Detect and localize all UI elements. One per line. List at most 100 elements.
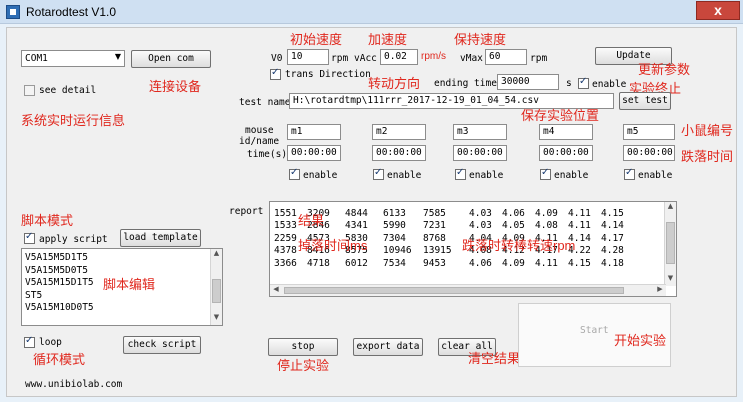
table-cell: 4.09 — [502, 257, 525, 269]
see-detail-label: see detail — [39, 85, 97, 96]
note-system-info: 系统实时运行信息 — [21, 113, 126, 128]
app-icon — [6, 5, 20, 19]
note-fall-time-ms: 掉落时间ms — [298, 238, 368, 253]
com-port-select[interactable]: COM1 ▼ — [21, 50, 125, 67]
enable-ending-checkbox[interactable] — [578, 76, 589, 89]
mouse-3-enable-checkbox[interactable] — [455, 167, 466, 180]
scroll-down-icon[interactable]: ▼ — [211, 313, 222, 325]
note-stop-experiment: 停止实验 — [277, 358, 330, 373]
note-start-experiment: 开始实验 — [614, 333, 667, 348]
v0-label: V0 — [271, 53, 283, 64]
title-bar: Rotarodtest V1.0 x — [0, 0, 743, 24]
table-cell: 4.03 — [469, 220, 492, 232]
script-line: V5A15M15D1T5 — [25, 277, 94, 288]
script-line: V5A15M5D1T5 — [25, 252, 88, 263]
mouse-2-enable-label: enable — [387, 170, 422, 181]
script-lines: V5A15M5D1T5 V5A15M5D0T5 V5A15M15D1T5 ST5… — [25, 252, 94, 315]
trans-direction-checkbox[interactable] — [270, 67, 281, 80]
table-row: 1551 3209 4844 6133 7585 4.03 4.06 4.09 4.11 4.15 — [274, 207, 631, 220]
report-hscrollbar[interactable]: ◀ ▶ — [270, 284, 666, 296]
note-rotation-direction: 转动方向 — [368, 76, 421, 91]
table-cell: 7231 — [423, 220, 446, 232]
apply-script-label: apply script — [39, 234, 108, 245]
loop-label: loop — [39, 337, 62, 348]
report-label: report — [229, 206, 264, 217]
mouse-4-name-input[interactable]: m4 — [539, 124, 593, 140]
mouse-3-enable-label: enable — [469, 170, 504, 181]
script-scrollbar[interactable]: ▲ ▼ — [210, 249, 222, 325]
table-cell: 4.11 — [568, 207, 591, 219]
note-result: 结果 — [298, 213, 325, 228]
vmax-unit: rpm — [530, 53, 548, 64]
table-cell: 4.06 — [502, 207, 525, 219]
vacc-input[interactable]: 0.02 — [380, 49, 418, 65]
stop-button[interactable]: stop — [268, 338, 338, 356]
table-cell: 4.03 — [469, 207, 492, 219]
table-cell: 4341 — [345, 220, 368, 232]
v0-unit: rpm — [331, 53, 349, 64]
note-mouse-id: 小鼠编号 — [681, 123, 734, 138]
table-cell: 10946 — [383, 245, 412, 257]
table-row: 1533 2846 4341 5990 7231 4.03 4.05 4.08 4.11 4.14 — [274, 220, 631, 233]
scroll-down-icon[interactable]: ▼ — [665, 274, 676, 286]
mouse-4-enable-checkbox[interactable] — [540, 167, 551, 180]
time-label: time(s) — [247, 149, 288, 160]
load-template-button[interactable]: load template — [120, 229, 201, 247]
table-cell: 4.17 — [601, 232, 624, 244]
note-connect-device: 连接设备 — [149, 79, 202, 94]
website-label: www.unibiolab.com — [25, 379, 123, 390]
export-data-button[interactable]: export data — [353, 338, 423, 356]
window-title: Rotarodtest V1.0 — [26, 5, 117, 19]
loop-checkbox[interactable] — [24, 335, 35, 348]
mouse-id-label-line1: mouse — [245, 125, 274, 136]
script-line: ST5 — [25, 289, 43, 301]
table-cell: 9453 — [423, 257, 446, 269]
mouse-5-enable-checkbox[interactable] — [624, 167, 635, 180]
note-fall-speed-rpm: 跌落时转棒转速rpm — [462, 238, 576, 253]
trans-direction-label: trans Direction — [285, 69, 371, 80]
see-detail-checkbox[interactable] — [24, 85, 35, 96]
script-line: V5A15M10D0T5 — [25, 302, 94, 313]
open-com-button[interactable]: Open com — [131, 50, 211, 68]
table-cell: 4.11 — [535, 257, 558, 269]
scroll-up-icon[interactable]: ▲ — [211, 249, 222, 261]
close-button[interactable]: x — [696, 1, 740, 20]
mouse-4-enable-label: enable — [554, 170, 589, 181]
mouse-2-name-input[interactable]: m2 — [372, 124, 426, 140]
mouse-1-name-input[interactable]: m1 — [287, 124, 341, 140]
apply-script-checkbox[interactable] — [24, 231, 35, 244]
note-acceleration: 加速度 — [368, 32, 408, 47]
mouse-4-time-field: 00:00:00 — [539, 145, 593, 161]
table-cell: 4.08 — [535, 220, 558, 232]
report-vscrollbar[interactable]: ▲ ▼ — [664, 202, 676, 286]
note-fall-time: 跌落时间 — [681, 149, 734, 164]
note-script-edit: 脚本编辑 — [103, 277, 156, 292]
scroll-right-icon[interactable]: ▶ — [654, 285, 666, 296]
ending-time-label: ending time — [434, 78, 497, 89]
start-label: Start — [580, 325, 609, 336]
note-clear-result: 清空结果 — [468, 351, 521, 366]
table-cell: 6012 — [345, 257, 368, 269]
mouse-1-enable-checkbox[interactable] — [289, 167, 300, 180]
check-script-button[interactable]: check script — [123, 336, 201, 354]
table-cell: 3366 — [274, 257, 297, 269]
v0-input[interactable]: 10 — [287, 49, 329, 65]
script-scroll-thumb[interactable] — [212, 279, 221, 303]
report-hscroll-thumb[interactable] — [284, 287, 624, 294]
mouse-2-time-field: 00:00:00 — [372, 145, 426, 161]
table-cell: 4.09 — [535, 207, 558, 219]
ending-time-unit: s — [566, 78, 572, 89]
scroll-up-icon[interactable]: ▲ — [665, 202, 676, 214]
scroll-left-icon[interactable]: ◀ — [270, 285, 282, 296]
com-port-value: COM1 — [25, 53, 48, 64]
mouse-5-name-input[interactable]: m5 — [623, 124, 675, 140]
mouse-3-name-input[interactable]: m3 — [453, 124, 507, 140]
report-vscroll-thumb[interactable] — [666, 222, 675, 264]
vmax-input[interactable]: 60 — [485, 49, 527, 65]
mouse-2-enable-checkbox[interactable] — [373, 167, 384, 180]
table-cell: 4.05 — [502, 220, 525, 232]
mouse-3-time-field: 00:00:00 — [453, 145, 507, 161]
set-test-button[interactable]: set test — [619, 92, 671, 110]
ending-time-input[interactable]: 30000 — [497, 74, 559, 90]
test-name-label: test name — [239, 97, 291, 108]
